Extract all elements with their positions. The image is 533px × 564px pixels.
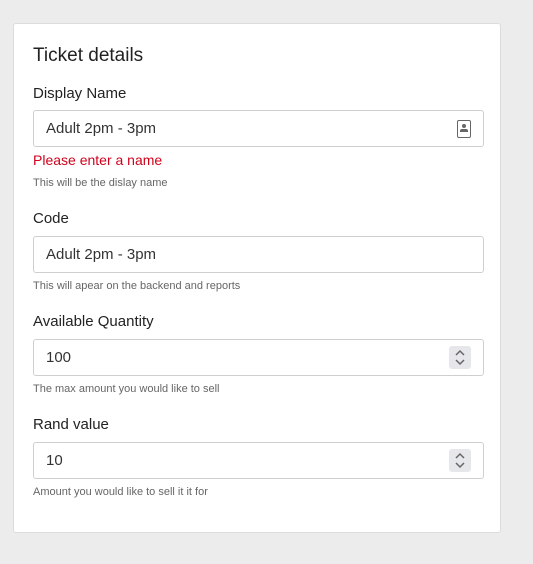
available-quantity-help: The max amount you would like to sell [33,383,220,395]
available-quantity-value: 100 [46,349,72,366]
available-quantity-field[interactable]: 100 [33,339,484,376]
code-help: This will apear on the backend and repor… [33,280,241,292]
rand-value-label: Rand value [33,416,109,433]
stepper-icon[interactable] [449,449,471,472]
display-name-value: Adult 2pm - 3pm [46,120,157,137]
display-name-field[interactable]: Adult 2pm - 3pm [33,110,484,147]
rand-value-value: 10 [46,452,63,469]
stepper-icon[interactable] [449,346,471,369]
rand-value-help: Amount you would like to sell it it for [33,486,208,498]
display-name-label: Display Name [33,85,127,102]
code-label: Code [33,210,69,227]
display-name-error: Please enter a name [33,152,163,168]
ticket-details-card: Ticket details Display Name Adult 2pm - … [13,23,501,533]
rand-value-field[interactable]: 10 [33,442,484,479]
code-value: Adult 2pm - 3pm [46,246,157,263]
code-field[interactable]: Adult 2pm - 3pm [33,236,484,273]
display-name-help: This will be the dislay name [33,177,168,189]
available-quantity-label: Available Quantity [33,313,154,330]
contact-card-icon[interactable] [457,120,471,138]
form-title: Ticket details [33,45,144,66]
